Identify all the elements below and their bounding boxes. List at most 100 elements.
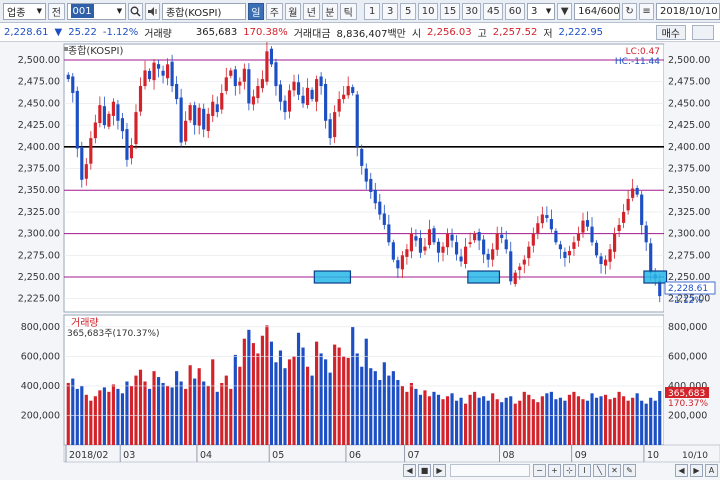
volume-bar	[265, 325, 269, 445]
candle-body	[445, 233, 450, 248]
interval-45-button[interactable]: 45	[483, 2, 504, 20]
candle-body	[459, 256, 463, 262]
stop-icon[interactable]: ■	[418, 464, 431, 477]
candle-body	[585, 220, 590, 227]
candle-body	[283, 100, 287, 113]
candle-body	[495, 233, 499, 250]
period-minute-button[interactable]: 분	[321, 2, 339, 20]
interval-input[interactable]: 3 ▼	[526, 2, 556, 20]
volume-bar	[567, 394, 572, 445]
candle-body	[346, 86, 350, 96]
bar-icon[interactable]: Ι	[578, 464, 591, 477]
line-icon[interactable]: ╲	[593, 464, 606, 477]
volume-bar	[220, 382, 224, 445]
candle-body	[134, 112, 138, 145]
speaker-icon[interactable]	[145, 2, 160, 20]
volume-value: 365,683	[195, 26, 238, 38]
volume-bar	[405, 391, 409, 445]
interval-1-button[interactable]: 1	[364, 2, 381, 20]
volume-bar	[464, 403, 468, 445]
price-tick-label-left: 2,375.00	[18, 164, 60, 175]
candle-body	[473, 233, 477, 241]
candle-body	[631, 188, 635, 198]
candle-body	[287, 90, 292, 112]
candle-body	[554, 230, 558, 243]
play-icon[interactable]: ▶	[433, 464, 446, 477]
candle-body	[333, 112, 337, 138]
volume-bar	[640, 400, 644, 445]
down-arrow-icon[interactable]: ▼	[557, 2, 573, 20]
volume-bar	[391, 371, 395, 445]
volume-bar	[486, 400, 490, 445]
interval-10-button[interactable]: 10	[418, 2, 438, 20]
volume-bar	[491, 393, 495, 445]
volume-bar	[71, 378, 75, 445]
pen-icon[interactable]: ✎	[623, 464, 636, 477]
text-tool-icon[interactable]: A	[705, 464, 718, 477]
price-tick-label-right: 2,350.00	[668, 185, 710, 196]
volume-bar	[644, 403, 648, 445]
volume-bar	[233, 354, 237, 445]
volume-panel-title: 거래량	[71, 317, 99, 329]
candle-body	[626, 198, 630, 211]
cross-icon[interactable]: ✕	[608, 464, 621, 477]
interval-5-button[interactable]: 5	[400, 2, 417, 20]
volume-bar	[170, 387, 174, 445]
candle-body	[206, 113, 210, 132]
zoom-in-icon[interactable]: +	[548, 464, 561, 477]
candle-body	[355, 94, 359, 147]
context-button[interactable]: 전	[48, 2, 65, 20]
x-tick-label: 03	[123, 450, 135, 461]
settings-icon[interactable]	[692, 25, 714, 40]
period-tick-button[interactable]: 틱	[340, 2, 357, 20]
interval-30-button[interactable]: 30	[461, 2, 482, 20]
search-icon[interactable]	[128, 2, 144, 20]
volume-bar	[292, 356, 296, 445]
cursor-icon[interactable]: ⊹	[563, 464, 576, 477]
period-month-button[interactable]: 월	[284, 2, 302, 20]
candle-body	[608, 249, 612, 262]
period-day-button[interactable]: 일	[247, 2, 265, 20]
volume-bar	[260, 335, 264, 445]
volume-bar	[409, 382, 413, 445]
scroll-start-icon[interactable]: ◀	[403, 464, 416, 477]
period-week-button[interactable]: 주	[266, 2, 283, 20]
code-input[interactable]: 001 ▼	[66, 2, 127, 20]
name-field: 종합(KOSPI)	[161, 2, 246, 20]
interval-15-button[interactable]: 15	[439, 2, 460, 20]
volume-tick-label-right: 800,000	[668, 322, 707, 333]
menu-icon[interactable]: ≡	[639, 2, 654, 20]
candle-body	[116, 104, 120, 121]
volume-bar	[147, 388, 152, 445]
market-select[interactable]: 업종 ▼	[3, 2, 47, 20]
volume-bar	[324, 359, 328, 445]
candle-body	[531, 233, 535, 246]
interval-3-button[interactable]: 3	[382, 2, 399, 20]
candle-body	[342, 94, 346, 100]
volume-bar	[202, 381, 206, 445]
candle-body	[147, 70, 152, 80]
x-end-label: 10/10	[682, 451, 708, 461]
volume-bar	[531, 399, 535, 445]
volume-bar	[242, 338, 246, 445]
zoom-out-icon[interactable]: −	[533, 464, 546, 477]
candle-body	[274, 62, 278, 87]
x-tick-label: 08	[502, 450, 514, 461]
candle-body	[319, 76, 323, 87]
refresh-icon[interactable]: ↻	[622, 2, 638, 20]
buy-button[interactable]: 매수	[655, 25, 686, 40]
period-year-button[interactable]: 년	[303, 2, 320, 20]
date-field[interactable]: 2018/10/10	[655, 2, 720, 20]
volume-bar	[653, 400, 657, 445]
candle-body	[107, 113, 111, 127]
left-arrow-icon[interactable]: ◀	[675, 464, 688, 477]
candle-body	[324, 83, 328, 121]
right-arrow-icon[interactable]: ▶	[690, 464, 703, 477]
scroll-track[interactable]	[450, 464, 530, 477]
price-tick-label-left: 2,475.00	[18, 77, 60, 88]
count-field[interactable]: 164/600	[574, 2, 621, 20]
stock-chart[interactable]: 2,500.00 2,500.00 2,475.00 2,475.00 2,450.00…	[0, 41, 720, 480]
interval-60-button[interactable]: 60	[505, 2, 525, 20]
candle-body	[328, 119, 332, 139]
candle-body	[432, 228, 436, 243]
